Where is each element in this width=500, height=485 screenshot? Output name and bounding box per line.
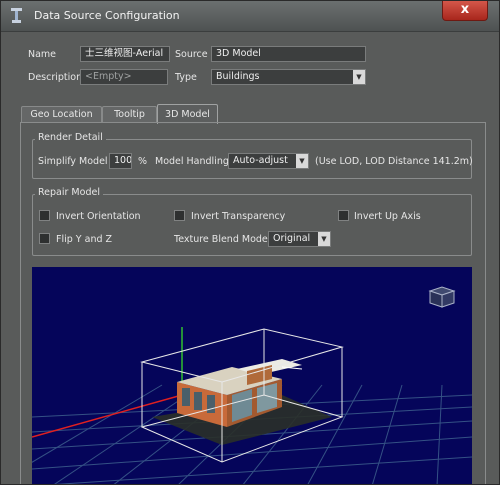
invert-up-axis-checkbox[interactable] (338, 210, 349, 221)
repair-model-title: Repair Model (35, 187, 103, 198)
invert-orientation-label: Invert Orientation (56, 211, 141, 222)
invert-orientation-checkbox[interactable] (39, 210, 50, 221)
description-input[interactable]: <Empty> (80, 69, 168, 85)
tab-tooltip[interactable]: Tooltip (102, 106, 157, 123)
viewport-canvas (32, 286, 472, 484)
source-value: 3D Model (216, 48, 261, 59)
chevron-down-icon: ▼ (353, 70, 365, 84)
close-button[interactable]: x (442, 1, 488, 21)
description-placeholder: <Empty> (85, 71, 132, 82)
navigation-cube-icon[interactable] (428, 286, 456, 308)
window-title: Data Source Configuration (34, 9, 180, 22)
name-label: Name (28, 49, 57, 60)
model-handling-select[interactable]: Auto-adjust ▼ (228, 153, 309, 169)
close-icon: x (460, 2, 470, 17)
lod-note: (Use LOD, LOD Distance 141.2m) (315, 156, 473, 167)
chevron-down-icon: ▼ (318, 232, 330, 246)
description-label: Description (28, 72, 83, 83)
tab-3d-model[interactable]: 3D Model (157, 104, 218, 124)
chevron-down-icon: ▼ (296, 154, 308, 168)
tab-geo-location-label: Geo Location (30, 109, 93, 120)
type-value: Buildings (216, 71, 260, 82)
title-bar[interactable]: Data Source Configuration x (1, 1, 499, 32)
invert-transparency-label: Invert Transparency (191, 211, 286, 222)
percent-label: % (138, 156, 148, 167)
tab-tooltip-label: Tooltip (114, 109, 145, 120)
dialog-window: Data Source Configuration x Name 士三维视图-A… (0, 0, 500, 485)
model-handling-label: Model Handling (155, 156, 229, 167)
name-value: 士三维视图-Aerial (85, 48, 164, 59)
simplify-model-label: Simplify Model (38, 156, 108, 167)
tab-3d-model-label: 3D Model (165, 109, 210, 120)
source-input[interactable]: 3D Model (211, 46, 366, 62)
texture-blend-select[interactable]: Original ▼ (268, 231, 331, 247)
simplify-model-input[interactable]: 100 (109, 153, 132, 169)
model-handling-value: Auto-adjust (233, 155, 288, 166)
texture-blend-label: Texture Blend Mode (174, 234, 268, 245)
type-select[interactable]: Buildings ▼ (211, 69, 366, 85)
simplify-model-value: 100 (114, 155, 132, 166)
texture-blend-value: Original (273, 233, 311, 244)
flip-y-z-checkbox[interactable] (39, 233, 50, 244)
invert-up-axis-label: Invert Up Axis (354, 211, 421, 222)
flip-y-z-label: Flip Y and Z (56, 234, 113, 245)
model-viewport[interactable] (32, 267, 472, 484)
repair-model-group (32, 194, 472, 256)
app-icon (11, 8, 22, 23)
name-input[interactable]: 士三维视图-Aerial (80, 46, 170, 62)
type-label: Type (175, 72, 197, 83)
render-detail-title: Render Detail (35, 132, 106, 143)
source-label: Source (175, 49, 208, 60)
invert-transparency-checkbox[interactable] (174, 210, 185, 221)
tab-geo-location[interactable]: Geo Location (21, 106, 102, 123)
